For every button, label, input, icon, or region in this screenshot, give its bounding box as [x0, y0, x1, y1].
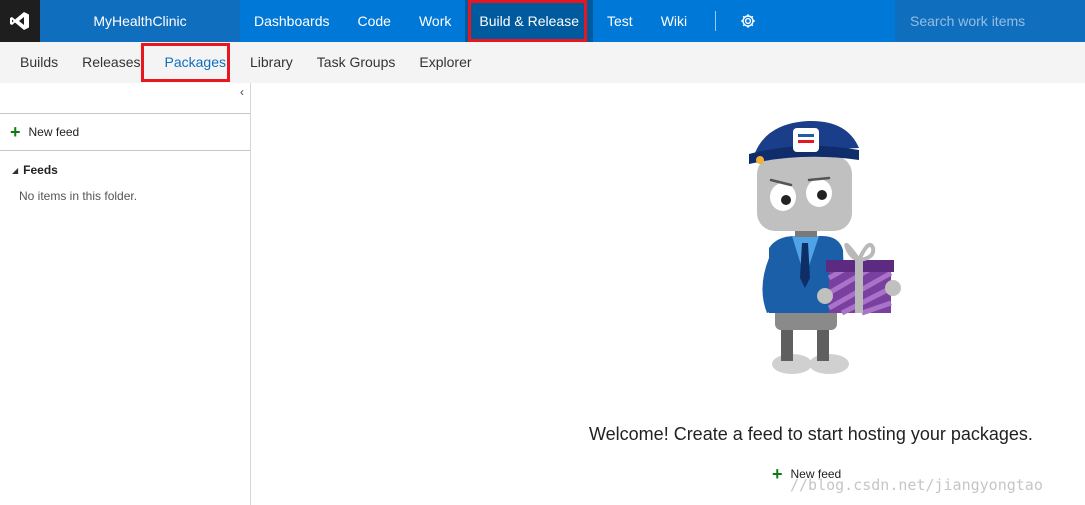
- nav-wiki[interactable]: Wiki: [647, 0, 701, 42]
- feeds-folder-header[interactable]: ◢ Feeds: [12, 163, 58, 177]
- triangle-down-icon: ◢: [12, 165, 19, 175]
- top-nav-menu: Dashboards Code Work Build & Release Tes…: [240, 0, 766, 42]
- nav-work[interactable]: Work: [405, 0, 465, 42]
- tab-builds[interactable]: Builds: [8, 42, 70, 83]
- main-content: Welcome! Create a feed to start hosting …: [252, 83, 1085, 505]
- plus-icon: +: [10, 122, 21, 142]
- project-name[interactable]: MyHealthClinic: [40, 0, 240, 42]
- watermark-text: //blog.csdn.net/jiangyongtao: [790, 476, 1043, 494]
- tab-releases[interactable]: Releases: [70, 42, 152, 83]
- chevron-left-icon[interactable]: ‹: [240, 85, 244, 99]
- sub-navigation-bar: Builds Releases Packages Library Task Gr…: [0, 42, 1085, 83]
- new-feed-button[interactable]: + New feed: [10, 123, 79, 141]
- search-work-items-input[interactable]: [895, 0, 1085, 42]
- nav-build-release[interactable]: Build & Release: [465, 0, 594, 42]
- robot-mascot-illustration: [747, 118, 907, 388]
- empty-folder-text: No items in this folder.: [19, 189, 138, 203]
- tab-library[interactable]: Library: [238, 42, 305, 83]
- new-feed-label: New feed: [28, 125, 80, 139]
- gear-icon[interactable]: [730, 0, 766, 42]
- nav-code[interactable]: Code: [344, 0, 405, 42]
- visual-studio-logo-icon[interactable]: [0, 0, 40, 42]
- divider: [0, 150, 250, 151]
- tab-explorer[interactable]: Explorer: [407, 42, 483, 83]
- search-box[interactable]: [895, 0, 1085, 42]
- plus-icon: +: [772, 464, 783, 484]
- nav-separator: [715, 11, 717, 31]
- top-navigation-bar: MyHealthClinic Dashboards Code Work Buil…: [0, 0, 1085, 42]
- feeds-heading: Feeds: [23, 163, 58, 177]
- nav-dashboards[interactable]: Dashboards: [240, 0, 344, 42]
- divider: [0, 113, 250, 114]
- tab-packages[interactable]: Packages: [153, 42, 238, 83]
- welcome-message: Welcome! Create a feed to start hosting …: [589, 424, 1033, 444]
- feeds-pane: ‹ + New feed ◢ Feeds No items in this fo…: [0, 83, 251, 505]
- tab-task-groups[interactable]: Task Groups: [305, 42, 408, 83]
- nav-test[interactable]: Test: [593, 0, 647, 42]
